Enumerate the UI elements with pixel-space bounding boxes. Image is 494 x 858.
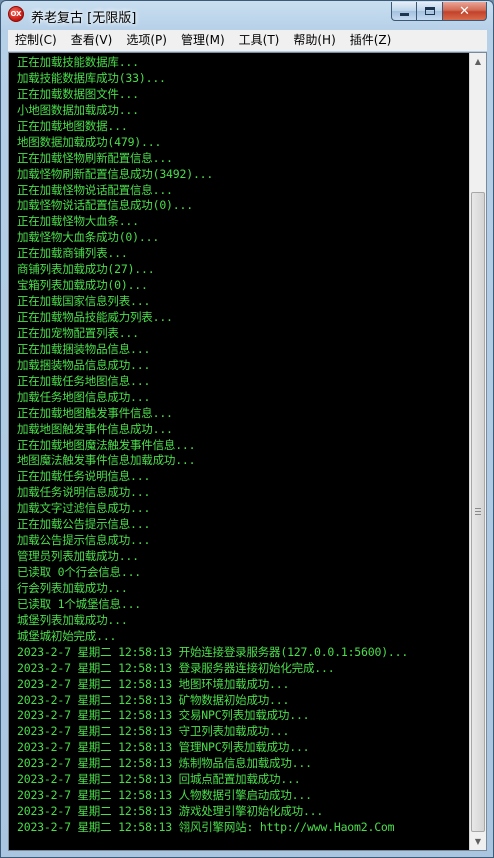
log-line: 商铺列表加载成功(27)... [17,262,155,277]
log-line: 加载任务说明信息成功... [17,485,151,500]
log-line: 加载任务地图信息成功... [17,389,151,404]
log-line: 2023-2-7 星期二 12:58:13 翎风引擎网站: http://www… [17,820,395,834]
log-console[interactable]: 正在加载技能数据库... 加载技能数据库成功(33)... 正在加载数据图文件...… [8,52,487,851]
log-line: 正在加载怪物说话配置信息... [17,182,173,197]
log-line: 城堡城初始完成... [17,628,117,643]
log-line: 正在加载商铺列表... [17,246,128,261]
log-line: 加载怪物说话配置信息成功(0)... [17,198,193,213]
close-icon: ✕ [459,3,470,19]
menu-view[interactable]: 查看(V) [64,31,120,50]
app-red-circle-icon[interactable]: OX [8,6,24,22]
log-line: 2023-2-7 星期二 12:58:13 回城点配置加载成功... [17,772,301,787]
log-line: 2023-2-7 星期二 12:58:13 管理NPC列表加载成功... [17,740,310,755]
log-line: 正在加载国家信息列表... [17,294,151,309]
window-title: 养老复古 [无限版] [31,11,137,26]
log-line: 2023-2-7 星期二 12:58:13 地图环境加载成功... [17,676,290,691]
log-line: 2023-2-7 星期二 12:58:13 交易NPC列表加载成功... [17,708,310,723]
log-line: 地图数据加载成功(479)... [17,134,162,149]
minimize-icon [399,12,409,16]
log-line: 加载捆装物品信息成功... [17,357,151,372]
log-line: 正在加载地图魔法触发事件信息... [17,437,196,452]
log-line: 2023-2-7 星期二 12:58:13 守卫列表加载成功... [17,724,290,739]
log-line: 加载文字过滤信息成功... [17,501,151,516]
title-bar[interactable]: OX 养老复古 [无限版] ✕ [1,1,493,29]
menu-tools[interactable]: 工具(T) [232,31,287,50]
menu-help[interactable]: 帮助(H) [286,31,342,50]
vertical-scrollbar[interactable]: ▲ ▼ [469,53,486,850]
menu-manage[interactable]: 管理(M) [174,31,232,50]
minimize-button[interactable] [391,2,417,21]
log-line: 正在加载怪物大血条... [17,214,139,229]
menu-options[interactable]: 选项(P) [119,31,174,50]
menu-bar: 控制(C) 查看(V) 选项(P) 管理(M) 工具(T) 帮助(H) 插件(Z… [8,30,487,51]
close-button[interactable]: ✕ [443,2,487,21]
grip-icon [475,508,481,517]
log-line: 已读取 0个行会信息... [17,565,142,579]
log-line: 加载怪物大血条成功(0)... [17,230,160,245]
log-line: 地图魔法触发事件信息加载成功... [17,453,196,468]
caption-buttons: ✕ [391,2,487,21]
log-line: 2023-2-7 星期二 12:58:13 游戏处理引擎初始化成功... [17,804,324,819]
log-line: 2023-2-7 星期二 12:58:13 矿物数据初始成功... [17,692,290,707]
log-line: 加载技能数据库成功(33)... [17,70,166,85]
scroll-up-arrow-icon[interactable]: ▲ [470,53,486,70]
app-window: OX 养老复古 [无限版] ✕ 控制(C) 查看(V) 选项(P) 管理(M) … [0,0,494,858]
scroll-down-arrow-icon[interactable]: ▼ [470,833,486,850]
scroll-thumb[interactable] [471,192,485,832]
log-line: 城堡列表加载成功... [17,612,128,627]
menu-control[interactable]: 控制(C) [8,31,64,50]
log-line: 正在加载物品技能威力列表... [17,310,173,324]
log-line: 正在加载任务说明信息... [17,469,151,484]
log-line: 正在加宠物配置列表... [17,325,139,340]
log-list: 正在加载技能数据库... 加载技能数据库成功(33)... 正在加载数据图文件...… [17,55,467,836]
log-line: 正在加载数据图文件... [17,86,139,101]
log-line: 2023-2-7 星期二 12:58:13 炼制物品信息加载成功... [17,756,312,771]
log-line: 2023-2-7 星期二 12:58:13 登录服务器连接初始化完成... [17,660,335,675]
log-line: 正在加载怪物刷新配置信息... [17,150,173,165]
log-line: 2023-2-7 星期二 12:58:13 开始连接登录服务器(127.0.0.… [17,644,409,659]
log-line: 正在加载地图数据... [17,118,128,133]
log-line: 小地图数据加载成功... [17,102,139,117]
log-line: 管理员列表加载成功... [17,549,139,564]
log-line: 宝箱列表加载成功(0)... [17,278,148,293]
log-line: 加载怪物刷新配置信息成功(3492)... [17,166,214,181]
log-line: 正在加载地图触发事件信息... [17,405,173,420]
log-line: 正在加载公告提示信息... [17,517,151,532]
log-line: 正在加载技能数据库... [17,55,139,69]
maximize-button[interactable] [417,2,443,21]
maximize-icon [424,7,435,15]
log-line: 正在加载任务地图信息... [17,373,151,388]
log-line: 加载地图触发事件信息成功... [17,421,173,436]
log-line: 正在加载捆装物品信息... [17,341,151,356]
log-line: 行会列表加载成功... [17,580,128,595]
log-line: 已读取 1个城堡信息... [17,596,142,611]
menu-plugins[interactable]: 插件(Z) [343,31,399,50]
log-line: 加载公告提示信息成功... [17,533,151,548]
log-line: 2023-2-7 星期二 12:58:13 人物数据引擎启动成功... [17,788,312,803]
